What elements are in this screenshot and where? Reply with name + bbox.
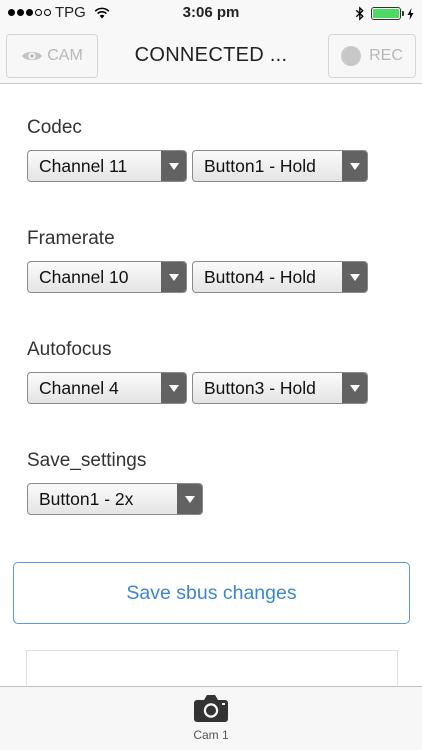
framerate-channel-select[interactable]: Channel 10 — [27, 261, 187, 293]
save-settings-button-value: Button1 - 2x — [39, 489, 134, 509]
autofocus-setting: Autofocus Channel 4 Button3 - Hold — [27, 339, 368, 404]
tab-cam-1-label: Cam 1 — [193, 728, 229, 742]
autofocus-label: Autofocus — [27, 339, 112, 360]
bluetooth-icon — [355, 6, 364, 21]
dropdown-arrow-icon — [161, 151, 186, 181]
autofocus-channel-select[interactable]: Channel 4 — [27, 372, 187, 404]
rec-button[interactable]: REC — [328, 34, 416, 78]
autofocus-selects: Channel 4 Button3 - Hold — [27, 372, 368, 404]
save-settings-label: Save_settings — [27, 450, 147, 471]
framerate-selects: Channel 10 Button4 - Hold — [27, 261, 368, 293]
nav-bar: CAM CONNECTED ... REC — [0, 28, 422, 84]
tab-bar: Cam 1 — [0, 686, 422, 750]
battery-level — [373, 9, 399, 18]
rec-button-label: REC — [369, 47, 403, 64]
codec-button-value: Button1 - Hold — [204, 156, 316, 176]
framerate-button-select[interactable]: Button4 - Hold — [192, 261, 368, 293]
dropdown-arrow-icon — [342, 151, 367, 181]
dropdown-arrow-icon — [342, 262, 367, 292]
record-dot-icon — [341, 46, 362, 66]
dropdown-arrow-icon — [161, 373, 186, 403]
dropdown-arrow-icon — [161, 262, 186, 292]
tab-cam-1[interactable]: Cam 1 — [161, 693, 261, 747]
codec-label: Codec — [27, 117, 82, 138]
battery-icon — [371, 7, 404, 20]
codec-setting: Codec Channel 11 Button1 - Hold — [27, 117, 368, 182]
framerate-setting: Framerate Channel 10 Button4 - Hold — [27, 228, 368, 293]
framerate-channel-value: Channel 10 — [39, 267, 129, 287]
codec-channel-value: Channel 11 — [39, 156, 128, 176]
camera-icon — [194, 695, 228, 722]
status-right — [355, 6, 414, 21]
codec-selects: Channel 11 Button1 - Hold — [27, 150, 368, 182]
framerate-button-value: Button4 - Hold — [204, 267, 316, 287]
dropdown-arrow-icon — [177, 484, 202, 514]
codec-channel-select[interactable]: Channel 11 — [27, 150, 187, 182]
dropdown-arrow-icon — [342, 373, 367, 403]
charging-bolt-icon — [407, 7, 414, 20]
autofocus-button-select[interactable]: Button3 - Hold — [192, 372, 368, 404]
codec-button-select[interactable]: Button1 - Hold — [192, 150, 368, 182]
save-settings-button-select[interactable]: Button1 - 2x — [27, 483, 203, 515]
save-settings-selects: Button1 - 2x — [27, 483, 203, 515]
status-bar: TPG 3:06 pm — [0, 0, 422, 28]
save-sbus-changes-button[interactable]: Save sbus changes — [13, 562, 410, 624]
autofocus-channel-value: Channel 4 — [39, 378, 119, 398]
framerate-label: Framerate — [27, 228, 115, 249]
save-settings-setting: Save_settings Button1 - 2x — [27, 450, 203, 515]
autofocus-button-value: Button3 - Hold — [204, 378, 316, 398]
